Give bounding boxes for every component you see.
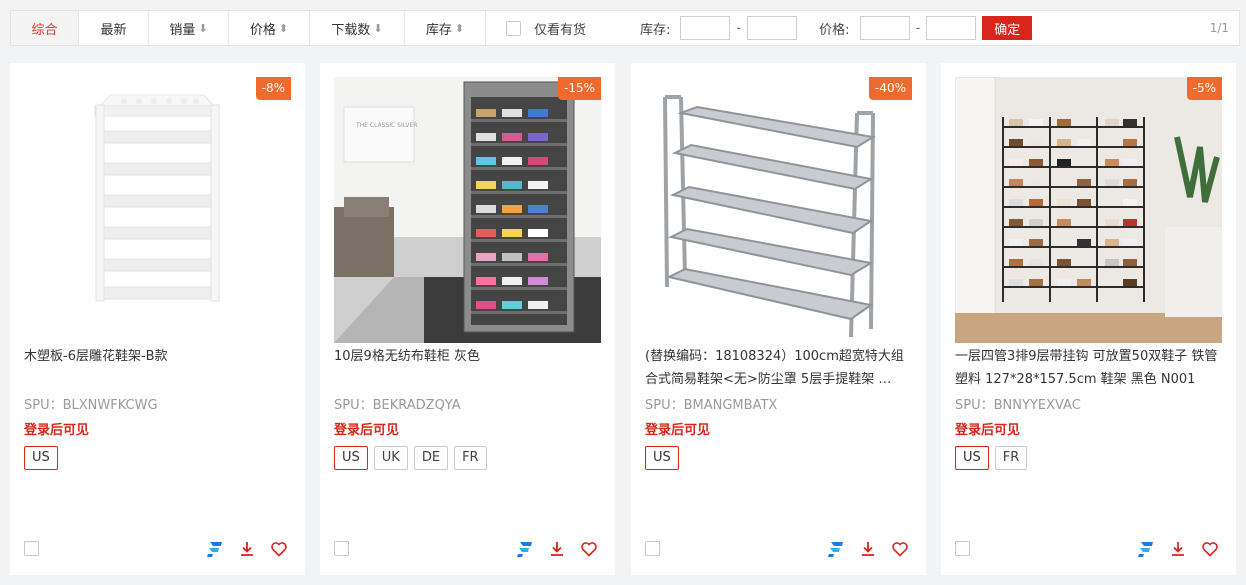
product-image[interactable]: -40% [645,77,912,343]
login-to-view-price[interactable]: 登录后可见 [24,419,89,438]
product-card[interactable]: -8% 木塑板-6层雕花鞋架-B款 SPU：BLXNWFKCWG 登录后可见 U… [10,63,305,575]
sort-tab-label: 下载数 [331,22,371,38]
sort-tab-label: 价格 [249,22,276,38]
confirm-button[interactable]: 确定 [982,16,1033,40]
download-icon[interactable] [858,539,878,559]
product-card[interactable]: -40% (替换编码：18108324）100cm超宽特大组合式简易鞋架<无>防… [631,63,926,575]
price-range: 价格: - 确定 [819,16,1033,40]
region-tag[interactable]: US [955,446,989,470]
product-title[interactable]: 木塑板-6层雕花鞋架-B款 [24,345,291,368]
favorite-heart-icon[interactable] [1200,539,1220,559]
product-spu: SPU：BEKRADZQYA [334,398,461,413]
in-stock-checkbox[interactable] [506,20,521,36]
filter-bar: 综合 最新 销量 ⬇ 价格 ⬍ 下载数 ⬇ 库存 ⬍ 仅看有货 库存: - 价格… [10,10,1240,46]
login-to-view-price[interactable]: 登录后可见 [334,419,399,438]
select-checkbox[interactable] [645,541,660,556]
brand-logo-icon[interactable] [205,539,225,559]
select-checkbox[interactable] [334,541,349,556]
region-tag[interactable]: US [24,446,58,470]
sort-desc-icon: ⬇ [198,21,208,35]
region-tag[interactable]: US [334,446,368,470]
in-stock-filter[interactable]: 仅看有货 [506,19,586,38]
in-stock-label: 仅看有货 [534,22,587,38]
product-title[interactable]: (替换编码：18108324）100cm超宽特大组合式简易鞋架<无>防尘罩 5层… [645,345,912,391]
range-dash: - [915,20,921,36]
price-min-input[interactable] [859,16,910,40]
product-image[interactable]: THE CLASSIC SILVER -15% [334,77,601,343]
sort-tab-label: 综合 [31,22,58,38]
sort-tab-comprehensive[interactable]: 综合 [11,11,79,45]
sort-tab-price[interactable]: 价格 ⬍ [229,11,310,45]
region-tag[interactable]: FR [454,446,487,470]
page-count: 1/1 [1209,21,1229,35]
select-checkbox[interactable] [955,541,970,556]
brand-logo-icon[interactable] [515,539,535,559]
region-tags: US [645,446,679,470]
region-tags: US [24,446,58,470]
product-spu: SPU：BNNYYEXVAC [955,398,1081,413]
card-actions [1136,539,1220,559]
discount-badge: -8% [255,77,291,100]
region-tag[interactable]: UK [373,446,408,470]
sort-tab-downloads[interactable]: 下载数 ⬇ [310,11,405,45]
product-image[interactable]: -5% [955,77,1222,343]
brand-logo-icon[interactable] [1136,539,1156,559]
brand-logo-icon[interactable] [826,539,846,559]
product-title[interactable]: 10层9格无纺布鞋柜 灰色 [334,345,601,368]
sort-both-icon: ⬍ [454,21,465,35]
product-card[interactable]: -5% 一层四管3排9层带挂钩 可放置50双鞋子 铁管 塑料 127*28*15… [941,63,1236,575]
card-actions [205,539,289,559]
sort-tab-label: 最新 [100,22,127,38]
poster-text: THE CLASSIC SILVER [355,122,417,129]
product-card[interactable]: THE CLASSIC SILVER -15% 10层9格无纺布鞋柜 灰色 SP… [320,63,615,575]
price-max-input[interactable] [926,16,977,40]
card-actions [515,539,599,559]
download-icon[interactable] [1168,539,1188,559]
sort-tab-stock[interactable]: 库存 ⬍ [405,11,486,45]
product-title[interactable]: 一层四管3排9层带挂钩 可放置50双鞋子 铁管 塑料 127*28*157.5c… [955,345,1222,391]
sort-tab-newest[interactable]: 最新 [79,11,149,45]
select-checkbox[interactable] [24,541,39,556]
sort-desc-icon: ⬇ [373,21,383,35]
sort-tab-label: 销量 [169,22,196,38]
region-tag[interactable]: US [645,446,679,470]
login-to-view-price[interactable]: 登录后可见 [955,419,1020,438]
stock-range-label: 库存: [640,22,671,38]
region-tags: US FR [955,446,1028,470]
product-image[interactable]: -8% [24,77,291,343]
stock-range: 库存: - [640,16,798,40]
range-dash: - [736,20,742,36]
stock-max-input[interactable] [747,16,798,40]
favorite-heart-icon[interactable] [269,539,289,559]
discount-badge: -5% [1186,77,1222,100]
stock-min-input[interactable] [680,16,731,40]
region-tag[interactable]: FR [994,446,1028,470]
region-tag[interactable]: DE [413,446,449,470]
download-icon[interactable] [547,539,567,559]
login-to-view-price[interactable]: 登录后可见 [645,419,710,438]
card-actions [826,539,910,559]
favorite-heart-icon[interactable] [890,539,910,559]
discount-badge: -15% [557,77,601,100]
discount-badge: -40% [868,77,912,100]
product-spu: SPU：BLXNWFKCWG [24,398,158,413]
download-icon[interactable] [237,539,257,559]
sort-tab-sales[interactable]: 销量 ⬇ [149,11,229,45]
price-range-label: 价格: [819,22,850,38]
favorite-heart-icon[interactable] [579,539,599,559]
product-spu: SPU：BMANGMBATX [645,398,778,413]
sort-both-icon: ⬍ [278,21,289,35]
sort-tab-label: 库存 [425,22,452,38]
region-tags: US UK DE FR [334,446,487,470]
